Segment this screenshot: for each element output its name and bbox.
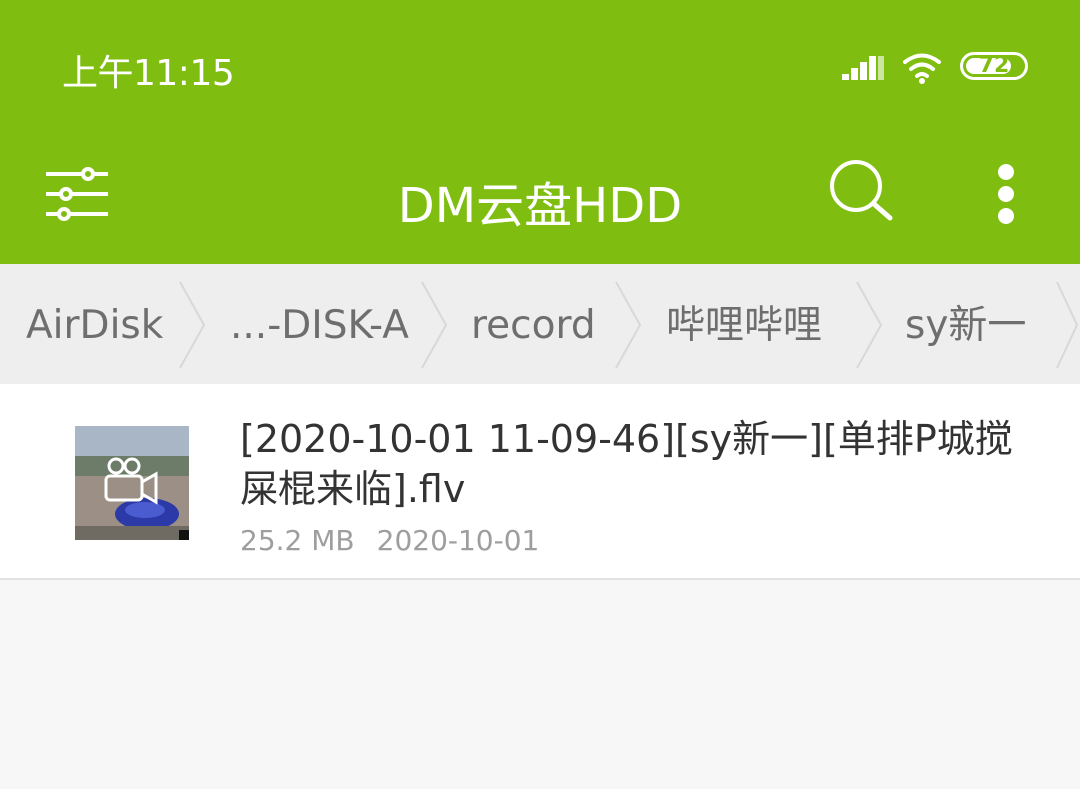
status-time: 上午11:15: [62, 53, 235, 94]
file-list: [2020-10-01 11-09-46][sy新一][单排P城搅屎棍来临].f…: [0, 384, 1080, 580]
breadcrumb-item-disk[interactable]: ...-DISK-A: [230, 264, 409, 384]
chevron-right-icon: [856, 281, 883, 369]
battery-icon: 72: [960, 52, 1028, 80]
file-size: 25.2 MB: [240, 524, 355, 557]
chevron-right-icon: [615, 281, 642, 369]
breadcrumb-item-bilibili[interactable]: 哔哩哔哩: [666, 264, 822, 384]
signal-icon: [842, 56, 884, 80]
search-icon: [830, 160, 893, 221]
video-camera-icon: [104, 457, 158, 505]
status-bar: 上午11:15 72: [0, 0, 1080, 132]
more-vert-icon: [998, 164, 1014, 224]
wifi-icon: [903, 53, 941, 84]
app-title: DM云盘HDD: [397, 178, 683, 234]
chevron-right-icon: [421, 281, 448, 369]
breadcrumb-item-record[interactable]: record: [471, 264, 596, 384]
chevron-right-icon: [1056, 281, 1079, 369]
breadcrumb: AirDisk ...-DISK-A record 哔哩哔哩 sy新一: [0, 264, 1080, 385]
file-name: [2020-10-01 11-09-46][sy新一][单排P城搅屎棍来临].f…: [240, 417, 1013, 511]
search-button[interactable]: [828, 158, 898, 228]
file-thumbnail: [75, 426, 189, 540]
more-options-button[interactable]: [986, 162, 1026, 226]
breadcrumb-item-airdisk[interactable]: AirDisk: [26, 264, 163, 384]
file-meta: 25.2 MB 2020-10-01: [240, 524, 539, 557]
battery-level: 72: [978, 53, 1010, 78]
breadcrumb-item-sy[interactable]: sy新一: [905, 264, 1026, 384]
chevron-right-icon: [179, 281, 206, 369]
file-row[interactable]: [2020-10-01 11-09-46][sy新一][单排P城搅屎棍来临].f…: [0, 384, 1080, 580]
app-bar: DM云盘HDD: [0, 132, 1080, 264]
file-date: 2020-10-01: [376, 524, 540, 557]
